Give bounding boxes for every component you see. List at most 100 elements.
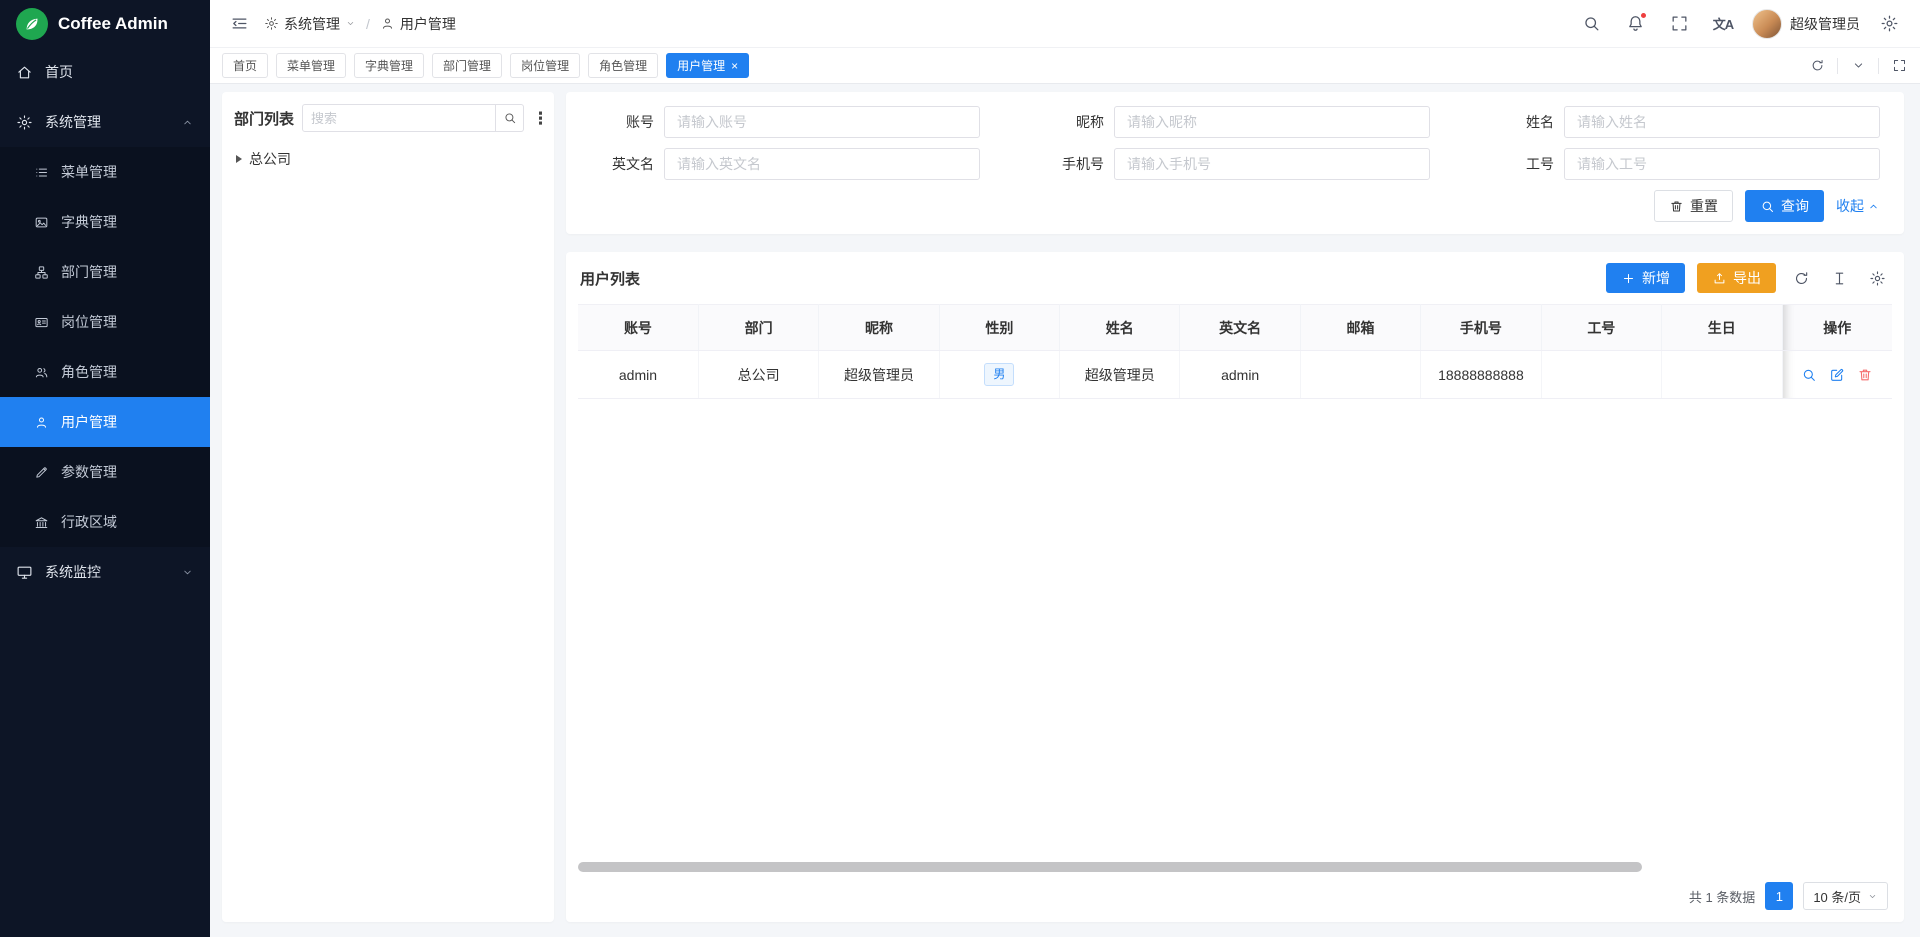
tab-role-management[interactable]: 角色管理 bbox=[588, 53, 658, 78]
export-icon bbox=[1712, 271, 1727, 286]
user-name: 超级管理员 bbox=[1790, 14, 1860, 34]
department-panel-header: 部门列表 ⋮ bbox=[234, 104, 542, 132]
filter-grid: 账号 昵称 姓名 英文名 bbox=[590, 106, 1880, 180]
view-row-icon[interactable] bbox=[1801, 367, 1817, 383]
collapse-sidebar-button[interactable] bbox=[224, 9, 254, 39]
sidebar-item-post-management[interactable]: 岗位管理 bbox=[0, 297, 210, 347]
sidebar-item-param-management[interactable]: 参数管理 bbox=[0, 447, 210, 497]
translate-icon: 文A bbox=[1713, 14, 1733, 33]
breadcrumb-user-management[interactable]: 用户管理 bbox=[380, 14, 456, 34]
gear-icon bbox=[1869, 270, 1886, 287]
list-icon bbox=[34, 165, 49, 180]
cell-birthday bbox=[1662, 351, 1782, 399]
cell-name: 超级管理员 bbox=[1060, 351, 1180, 399]
column-header: 生日 bbox=[1662, 305, 1782, 351]
sidebar-item-system-monitor[interactable]: 系统监控 bbox=[0, 547, 210, 597]
refresh-table-button[interactable] bbox=[1788, 265, 1814, 291]
settings-button[interactable] bbox=[1874, 9, 1904, 39]
content-fullscreen-button[interactable] bbox=[1886, 53, 1912, 79]
name-input[interactable] bbox=[1564, 106, 1880, 138]
tab-close-icon[interactable]: × bbox=[731, 60, 738, 72]
search-icon bbox=[503, 111, 517, 125]
sidebar-item-admin-region[interactable]: 行政区域 bbox=[0, 497, 210, 547]
refresh-page-button[interactable] bbox=[1804, 53, 1830, 79]
collapse-filter-link[interactable]: 收起 bbox=[1836, 196, 1880, 216]
reset-button[interactable]: 重置 bbox=[1654, 190, 1733, 222]
sidebar-item-role-management[interactable]: 角色管理 bbox=[0, 347, 210, 397]
user-list-title: 用户列表 bbox=[580, 268, 640, 289]
column-header: 英文名 bbox=[1180, 305, 1300, 351]
tab-label: 字典管理 bbox=[365, 57, 413, 74]
export-button[interactable]: 导出 bbox=[1697, 263, 1776, 293]
global-search-button[interactable] bbox=[1576, 9, 1606, 39]
account-input[interactable] bbox=[664, 106, 980, 138]
table-density-button[interactable] bbox=[1826, 265, 1852, 291]
column-header: 账号 bbox=[578, 305, 698, 351]
cell-phone: 18888888888 bbox=[1421, 351, 1541, 399]
tab-list-dropdown-button[interactable] bbox=[1845, 53, 1871, 79]
nickname-input[interactable] bbox=[1114, 106, 1430, 138]
edit-row-icon[interactable] bbox=[1829, 367, 1845, 383]
horizontal-scrollbar bbox=[578, 862, 1892, 872]
notification-badge bbox=[1640, 12, 1647, 19]
job-number-input[interactable] bbox=[1564, 148, 1880, 180]
column-header: 性别 bbox=[939, 305, 1059, 351]
chevron-up-icon bbox=[1867, 200, 1880, 213]
translate-button[interactable]: 文A bbox=[1708, 9, 1738, 39]
field-label: 英文名 bbox=[590, 154, 654, 174]
user-menu[interactable]: 超级管理员 bbox=[1752, 9, 1860, 39]
notifications-button[interactable] bbox=[1620, 9, 1650, 39]
gear-icon bbox=[264, 16, 279, 31]
tree-item-label: 总公司 bbox=[249, 149, 291, 169]
department-panel-title: 部门列表 bbox=[234, 108, 294, 129]
page-1-button[interactable]: 1 bbox=[1765, 882, 1793, 910]
tab-label: 岗位管理 bbox=[521, 57, 569, 74]
fullscreen-button[interactable] bbox=[1664, 9, 1694, 39]
delete-row-icon[interactable] bbox=[1857, 367, 1873, 383]
page-size-select[interactable]: 10 条/页 bbox=[1803, 882, 1888, 910]
tab-dict-management[interactable]: 字典管理 bbox=[354, 53, 424, 78]
field-label: 昵称 bbox=[1040, 112, 1104, 132]
density-icon bbox=[1831, 270, 1848, 287]
tab-post-management[interactable]: 岗位管理 bbox=[510, 53, 580, 78]
content: 部门列表 ⋮ 总公司 bbox=[210, 84, 1920, 937]
main-area: 系统管理 / 用户管理 bbox=[210, 0, 1920, 937]
export-button-label: 导出 bbox=[1733, 268, 1761, 288]
phone-input[interactable] bbox=[1114, 148, 1430, 180]
add-user-button[interactable]: 新增 bbox=[1606, 263, 1685, 293]
table-header-row: 账号 部门 昵称 性别 姓名 英文名 邮箱 手机号 工号 生日 操作 bbox=[578, 305, 1892, 351]
english-name-input[interactable] bbox=[664, 148, 980, 180]
tab-user-management[interactable]: 用户管理 × bbox=[666, 53, 749, 78]
sidebar-item-user-management[interactable]: 用户管理 bbox=[0, 397, 210, 447]
filter-actions: 重置 查询 收起 bbox=[590, 190, 1880, 222]
dictionary-icon bbox=[34, 215, 49, 230]
tree-item-head-office[interactable]: 总公司 bbox=[234, 146, 542, 172]
cell-dept: 总公司 bbox=[698, 351, 818, 399]
column-header: 昵称 bbox=[819, 305, 939, 351]
search-icon bbox=[1582, 14, 1601, 33]
topbar: 系统管理 / 用户管理 bbox=[210, 0, 1920, 48]
sidebar-item-dept-management[interactable]: 部门管理 bbox=[0, 247, 210, 297]
department-search-button[interactable] bbox=[496, 104, 524, 132]
sidebar-item-home[interactable]: 首页 bbox=[0, 47, 210, 97]
field-label: 工号 bbox=[1490, 154, 1554, 174]
sidebar-item-menu-management[interactable]: 菜单管理 bbox=[0, 147, 210, 197]
user-icon bbox=[380, 16, 395, 31]
plus-icon bbox=[1621, 271, 1636, 286]
query-button[interactable]: 查询 bbox=[1745, 190, 1824, 222]
scrollbar-thumb[interactable] bbox=[578, 862, 1642, 872]
tab-label: 部门管理 bbox=[443, 57, 491, 74]
sidebar-item-dict-management[interactable]: 字典管理 bbox=[0, 197, 210, 247]
cell-english-name: admin bbox=[1180, 351, 1300, 399]
sidebar-item-system-management[interactable]: 系统管理 bbox=[0, 97, 210, 147]
more-vertical-icon[interactable]: ⋮ bbox=[532, 110, 549, 127]
tab-dept-management[interactable]: 部门管理 bbox=[432, 53, 502, 78]
tab-menu-management[interactable]: 菜单管理 bbox=[276, 53, 346, 78]
breadcrumb-system-management[interactable]: 系统管理 bbox=[264, 14, 356, 34]
department-search-input[interactable] bbox=[302, 104, 496, 132]
tab-home[interactable]: 首页 bbox=[222, 53, 268, 78]
cell-account: admin bbox=[578, 351, 698, 399]
table-settings-button[interactable] bbox=[1864, 265, 1890, 291]
monitor-icon bbox=[16, 564, 33, 581]
page-size-value: 10 条/页 bbox=[1813, 887, 1861, 906]
